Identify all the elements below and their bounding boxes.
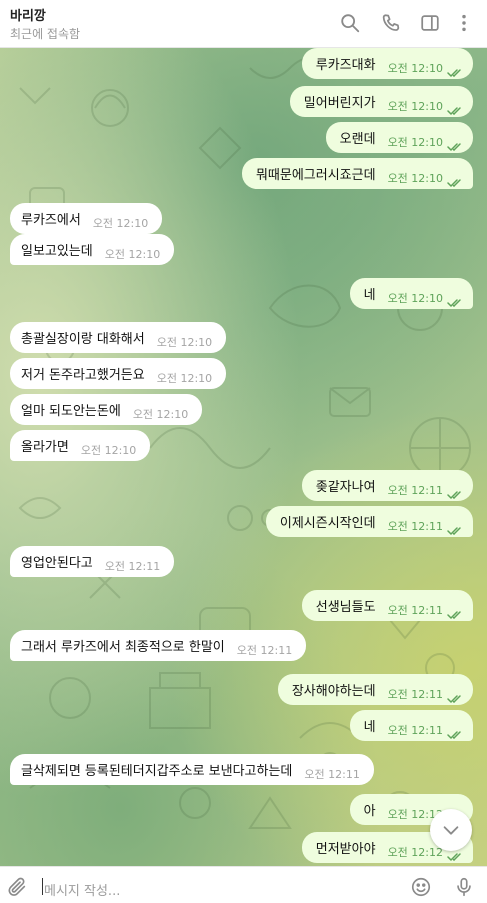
double-check-icon <box>447 63 465 77</box>
double-check-icon <box>447 725 465 739</box>
double-check-icon <box>447 101 465 115</box>
message-text: 밀어버린지가 <box>303 96 376 111</box>
message-text: 루카즈대화 <box>315 58 376 73</box>
message-time: 오전 12:10 <box>387 99 443 113</box>
message-text: 좆같자나여 <box>315 480 376 495</box>
message-text: 영업안된다고 <box>21 556 93 571</box>
message-time: 오전 12:10 <box>387 135 443 149</box>
outgoing-message[interactable]: 루카즈대화 오전 12:10 <box>301 48 473 79</box>
message-time: 오전 12:10 <box>92 216 149 230</box>
outgoing-message[interactable]: 장사해야하는데 오전 12:11 <box>277 674 473 705</box>
chevron-down-icon <box>443 826 459 835</box>
message-text: 장사해야하는데 <box>291 684 376 699</box>
outgoing-message[interactable]: 오랜데 오전 12:10 <box>325 122 473 153</box>
incoming-message[interactable]: 루카즈에서 오전 12:10 <box>10 203 163 234</box>
scroll-to-bottom-button[interactable] <box>430 809 472 851</box>
message-time: 오전 12:11 <box>304 767 360 781</box>
message-text: 글삭제되면 등록된테더지갑주소로 보낸다고하는데 <box>21 764 293 779</box>
incoming-message[interactable]: 얼마 되도안는돈에 오전 12:10 <box>10 394 203 425</box>
incoming-message[interactable]: 영업안된다고 오전 12:11 <box>10 546 175 577</box>
message-time: 오전 12:10 <box>156 335 213 349</box>
message-text: 총괄실장이랑 대화해서 <box>21 332 145 347</box>
message-text: 오랜데 <box>339 132 376 147</box>
incoming-message[interactable]: 올라가면 오전 12:10 <box>10 430 151 461</box>
message-time: 오전 12:10 <box>104 247 161 261</box>
sidebar-icon[interactable] <box>419 12 441 34</box>
message-time: 오전 12:10 <box>387 171 443 185</box>
paperclip-icon[interactable] <box>6 876 28 898</box>
message-time: 오전 12:11 <box>387 603 443 617</box>
double-check-icon <box>447 137 465 151</box>
message-time: 오전 12:12 <box>387 845 443 859</box>
message-time: 오전 12:10 <box>387 61 443 75</box>
message-text: 이제시즌시작인데 <box>279 516 376 531</box>
outgoing-message[interactable]: 이제시즌시작인데 오전 12:11 <box>265 506 473 537</box>
more-vertical-icon[interactable] <box>453 12 475 34</box>
message-time: 오전 12:11 <box>387 687 443 701</box>
outgoing-message[interactable]: 네 오전 12:10 <box>349 278 473 309</box>
double-check-icon <box>447 173 465 187</box>
search-icon[interactable] <box>339 12 361 34</box>
emoji-icon[interactable] <box>410 876 432 898</box>
message-text: 네 <box>363 288 376 303</box>
last-seen-status: 최근에 접속함 <box>10 27 81 41</box>
message-time: 오전 12:11 <box>104 559 161 573</box>
message-text: 선생님들도 <box>315 600 376 615</box>
message-time: 오전 12:10 <box>132 407 189 421</box>
message-text: 먼저받아야 <box>315 842 376 857</box>
incoming-message[interactable]: 일보고있는데 오전 12:10 <box>10 234 175 265</box>
outgoing-message[interactable]: 뭐때문에그러시죠근데 오전 12:10 <box>241 158 473 189</box>
message-text: 그래서 루카즈에서 최종적으로 한말이 <box>21 640 225 655</box>
message-composer: 메시지 작성... <box>0 866 487 903</box>
double-check-icon <box>447 605 465 619</box>
microphone-icon[interactable] <box>453 876 475 898</box>
outgoing-message[interactable]: 좆같자나여 오전 12:11 <box>301 470 473 501</box>
message-list[interactable]: 루카즈대화 오전 12:10 밀어버린지가 오전 12:10 오랜데 오전 12:10 뭐때… <box>0 48 487 866</box>
incoming-message[interactable]: 저거 돈주라고했거든요 오전 12:10 <box>10 358 227 389</box>
outgoing-message[interactable]: 네 오전 12:11 <box>349 710 473 741</box>
message-text: 얼마 되도안는돈에 <box>21 404 121 419</box>
incoming-message[interactable]: 글삭제되면 등록된테더지갑주소로 보낸다고하는데 오전 12:11 <box>10 754 374 785</box>
double-check-icon <box>447 689 465 703</box>
message-time: 오전 12:10 <box>156 371 213 385</box>
incoming-message[interactable]: 그래서 루카즈에서 최종적으로 한말이 오전 12:11 <box>10 630 307 661</box>
message-text: 네 <box>363 720 376 735</box>
double-check-icon <box>447 485 465 499</box>
message-text: 뭐때문에그러시죠근데 <box>255 168 376 183</box>
message-text: 올라가면 <box>21 440 69 455</box>
message-text: 루카즈에서 <box>21 213 81 228</box>
double-check-icon <box>447 293 465 307</box>
message-text: 저거 돈주라고했거든요 <box>21 368 145 383</box>
outgoing-message[interactable]: 밀어버린지가 오전 12:10 <box>289 86 473 117</box>
message-time: 오전 12:11 <box>236 643 293 657</box>
message-time: 오전 12:10 <box>80 443 137 457</box>
chat-title[interactable]: 바리깡 <box>10 5 46 24</box>
message-time: 오전 12:11 <box>387 483 443 497</box>
message-time: 오전 12:11 <box>387 519 443 533</box>
phone-icon[interactable] <box>380 12 402 34</box>
message-time: 오전 12:10 <box>387 291 443 305</box>
chat-header[interactable]: 바리깡 최근에 접속함 <box>0 0 487 48</box>
text-cursor <box>42 878 43 895</box>
double-check-icon <box>447 521 465 535</box>
message-time: 오전 12:11 <box>387 723 443 737</box>
message-text: 아 <box>363 804 376 819</box>
message-input[interactable]: 메시지 작성... <box>44 880 120 899</box>
incoming-message[interactable]: 총괄실장이랑 대화해서 오전 12:10 <box>10 322 227 353</box>
outgoing-message[interactable]: 선생님들도 오전 12:11 <box>301 590 473 621</box>
message-text: 일보고있는데 <box>21 244 93 259</box>
